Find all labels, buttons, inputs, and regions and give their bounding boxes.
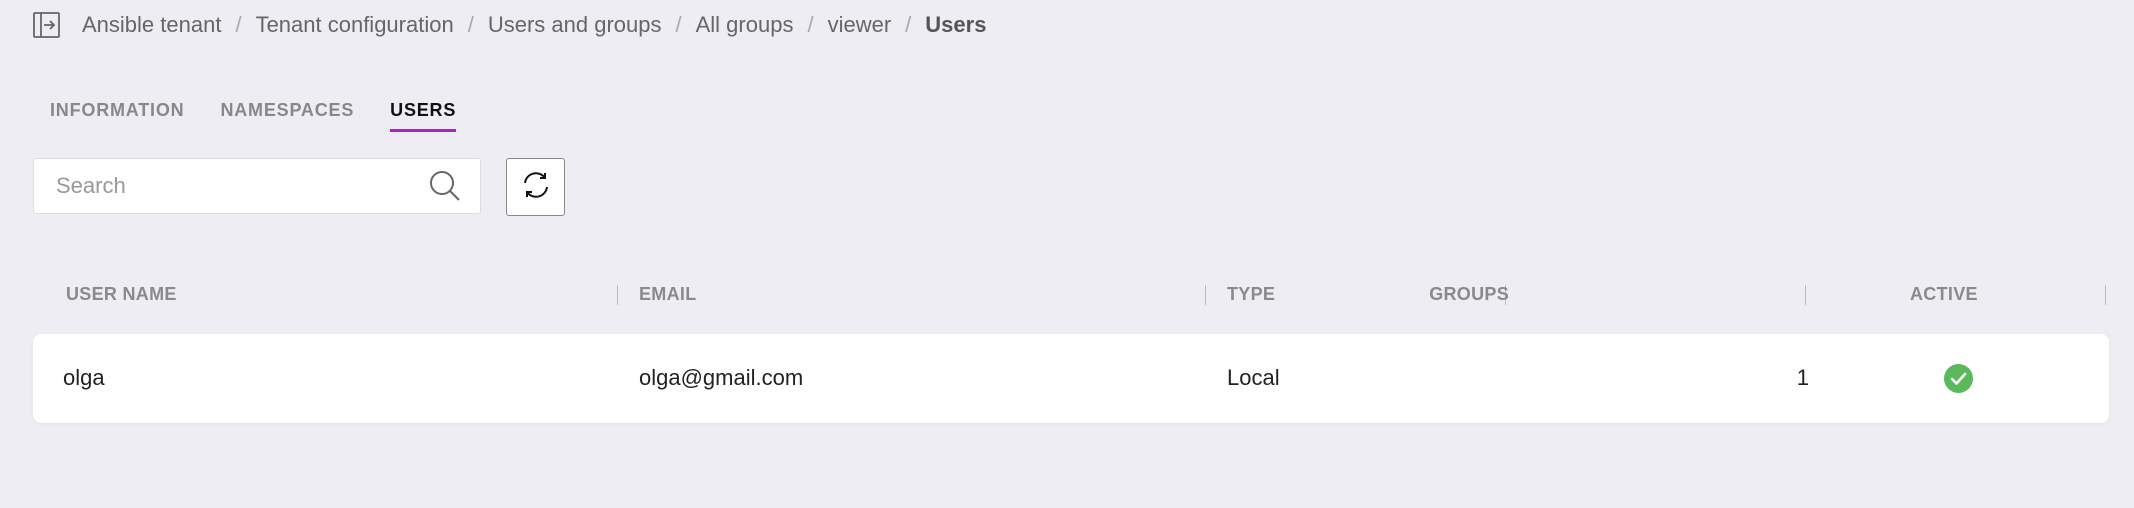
column-header-email[interactable]: EMAIL xyxy=(639,284,697,305)
table-row[interactable]: olga olga@gmail.com Local 1 xyxy=(33,334,2109,423)
breadcrumb-separator: / xyxy=(467,12,474,37)
breadcrumb-ansible-tenant[interactable]: Ansible tenant xyxy=(82,12,221,38)
search-input[interactable] xyxy=(34,158,428,214)
column-header-type[interactable]: TYPE xyxy=(1227,284,1275,305)
column-header-groups[interactable]: GROUPS xyxy=(1429,284,1509,305)
breadcrumb-tenant-configuration[interactable]: Tenant configuration xyxy=(256,12,454,38)
breadcrumb-separator: / xyxy=(807,12,814,37)
cell-user-name: olga xyxy=(63,365,105,390)
cell-groups: 1 xyxy=(1796,365,1809,390)
cell-type: Local xyxy=(1227,365,1280,390)
breadcrumb-users-and-groups[interactable]: Users and groups xyxy=(488,12,662,38)
breadcrumb-separator: / xyxy=(675,12,682,37)
tab-users[interactable]: USERS xyxy=(390,100,457,132)
tab-bar: INFORMATION NAMESPACES USERS xyxy=(50,100,457,132)
breadcrumb-separator: / xyxy=(905,12,912,37)
exit-sidebar-icon[interactable] xyxy=(32,10,62,40)
breadcrumb-separator: / xyxy=(235,12,242,37)
breadcrumb-all-groups[interactable]: All groups xyxy=(696,12,794,38)
tab-namespaces[interactable]: NAMESPACES xyxy=(220,100,354,132)
search-box xyxy=(33,158,481,214)
column-divider[interactable] xyxy=(1205,285,1206,305)
column-header-user-name[interactable]: USER NAME xyxy=(66,284,177,305)
column-divider[interactable] xyxy=(2105,285,2106,305)
breadcrumb: Ansible tenant / Tenant configuration / … xyxy=(32,8,986,42)
table-header: USER NAME EMAIL TYPE GROUPS ACTIVE xyxy=(33,280,2109,312)
check-circle-icon xyxy=(1944,364,1973,393)
refresh-button[interactable] xyxy=(506,158,565,216)
refresh-icon xyxy=(521,170,551,205)
column-divider[interactable] xyxy=(617,285,618,305)
column-divider[interactable] xyxy=(1805,285,1806,305)
tab-information[interactable]: INFORMATION xyxy=(50,100,184,132)
search-icon[interactable] xyxy=(428,169,462,203)
column-header-active[interactable]: ACTIVE xyxy=(1910,284,1978,305)
breadcrumb-users-current: Users xyxy=(925,12,987,37)
breadcrumb-viewer[interactable]: viewer xyxy=(828,12,892,38)
cell-email: olga@gmail.com xyxy=(639,365,804,390)
